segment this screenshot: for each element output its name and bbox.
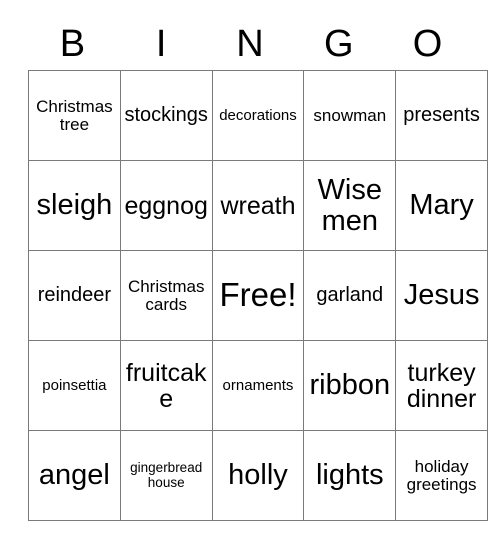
bingo-cell-free[interactable]: Free! bbox=[211, 250, 305, 341]
bingo-cell[interactable]: Mary bbox=[395, 160, 488, 251]
bingo-grid: Christmas tree stockings decorations sno… bbox=[28, 70, 488, 521]
bingo-cell[interactable]: holly bbox=[211, 430, 305, 521]
bingo-cell[interactable]: decorations bbox=[211, 70, 305, 161]
bingo-header-letter-i: I bbox=[155, 23, 167, 65]
bingo-cell[interactable]: fruitcake bbox=[119, 340, 213, 431]
bingo-header-row: B I N G O bbox=[28, 18, 472, 70]
bingo-row: sleigh eggnog wreath Wise men Mary bbox=[28, 160, 488, 251]
bingo-cell[interactable]: stockings bbox=[119, 70, 213, 161]
bingo-cell[interactable]: Christmas tree bbox=[28, 70, 121, 161]
bingo-cell[interactable]: gingerbread house bbox=[119, 430, 213, 521]
bingo-cell[interactable]: garland bbox=[303, 250, 397, 341]
bingo-cell[interactable]: eggnog bbox=[119, 160, 213, 251]
bingo-cell[interactable]: presents bbox=[395, 70, 488, 161]
bingo-row: poinsettia fruitcake ornaments ribbon tu… bbox=[28, 340, 488, 431]
bingo-header-letter-n: N bbox=[236, 23, 264, 65]
bingo-cell[interactable]: sleigh bbox=[28, 160, 121, 251]
bingo-header-letter-o: O bbox=[412, 23, 443, 65]
bingo-cell[interactable]: holiday greetings bbox=[395, 430, 488, 521]
bingo-cell[interactable]: snowman bbox=[303, 70, 397, 161]
bingo-cell[interactable]: ornaments bbox=[211, 340, 305, 431]
bingo-cell[interactable]: turkey dinner bbox=[395, 340, 488, 431]
bingo-cell[interactable]: reindeer bbox=[28, 250, 121, 341]
bingo-cell[interactable]: wreath bbox=[211, 160, 305, 251]
bingo-card: B I N G O Christmas tree stockings decor… bbox=[28, 18, 488, 521]
bingo-cell[interactable]: poinsettia bbox=[28, 340, 121, 431]
bingo-row: angel gingerbread house holly lights hol… bbox=[28, 430, 488, 521]
bingo-row: Christmas tree stockings decorations sno… bbox=[28, 70, 488, 161]
bingo-cell[interactable]: lights bbox=[303, 430, 397, 521]
bingo-header-letter-b: B bbox=[59, 23, 86, 65]
bingo-cell[interactable]: Wise men bbox=[303, 160, 397, 251]
bingo-cell[interactable]: Christmas cards bbox=[119, 250, 213, 341]
bingo-cell[interactable]: ribbon bbox=[303, 340, 397, 431]
bingo-cell[interactable]: angel bbox=[28, 430, 121, 521]
bingo-header-letter-g: G bbox=[324, 23, 354, 65]
bingo-row: reindeer Christmas cards Free! garland J… bbox=[28, 250, 488, 341]
bingo-cell[interactable]: Jesus bbox=[395, 250, 488, 341]
